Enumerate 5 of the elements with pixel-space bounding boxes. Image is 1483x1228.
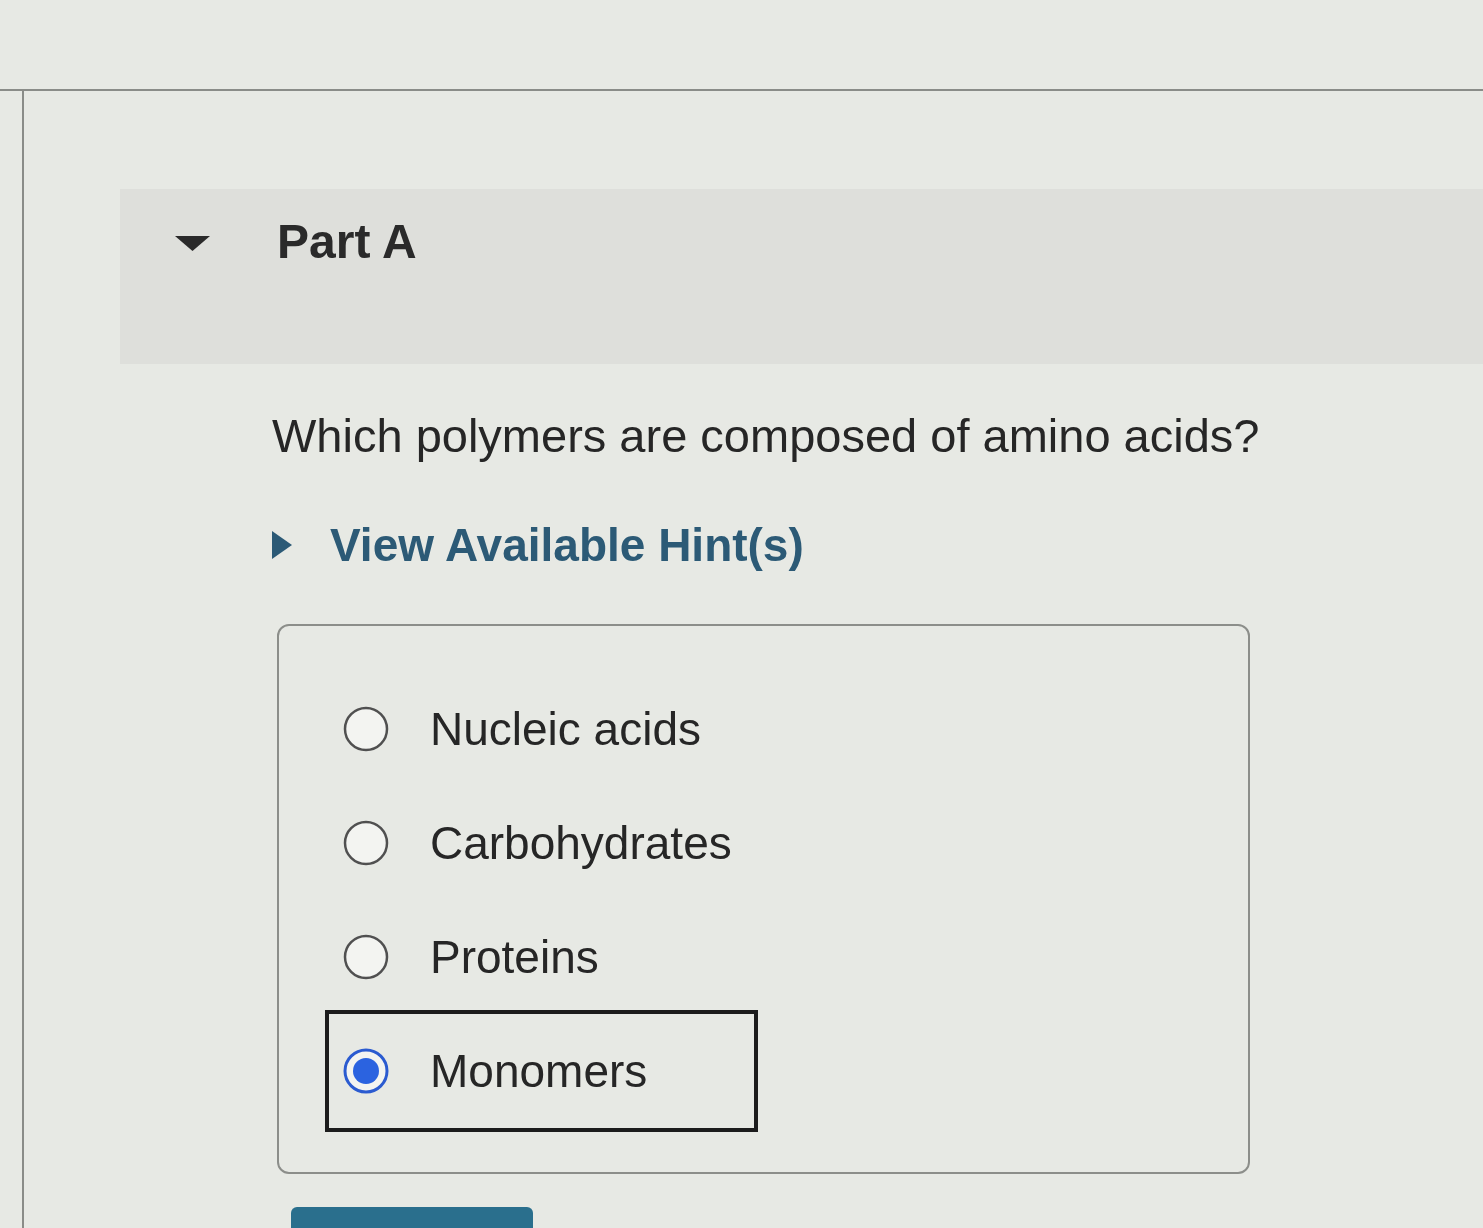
action-button[interactable] bbox=[291, 1207, 533, 1228]
hint-toggle[interactable]: View Available Hint(s) bbox=[272, 518, 804, 572]
question-text: Which polymers are composed of amino acids? bbox=[272, 409, 1261, 463]
part-header[interactable]: Part A bbox=[120, 189, 1483, 364]
answer-option[interactable]: Monomers bbox=[325, 1010, 758, 1132]
